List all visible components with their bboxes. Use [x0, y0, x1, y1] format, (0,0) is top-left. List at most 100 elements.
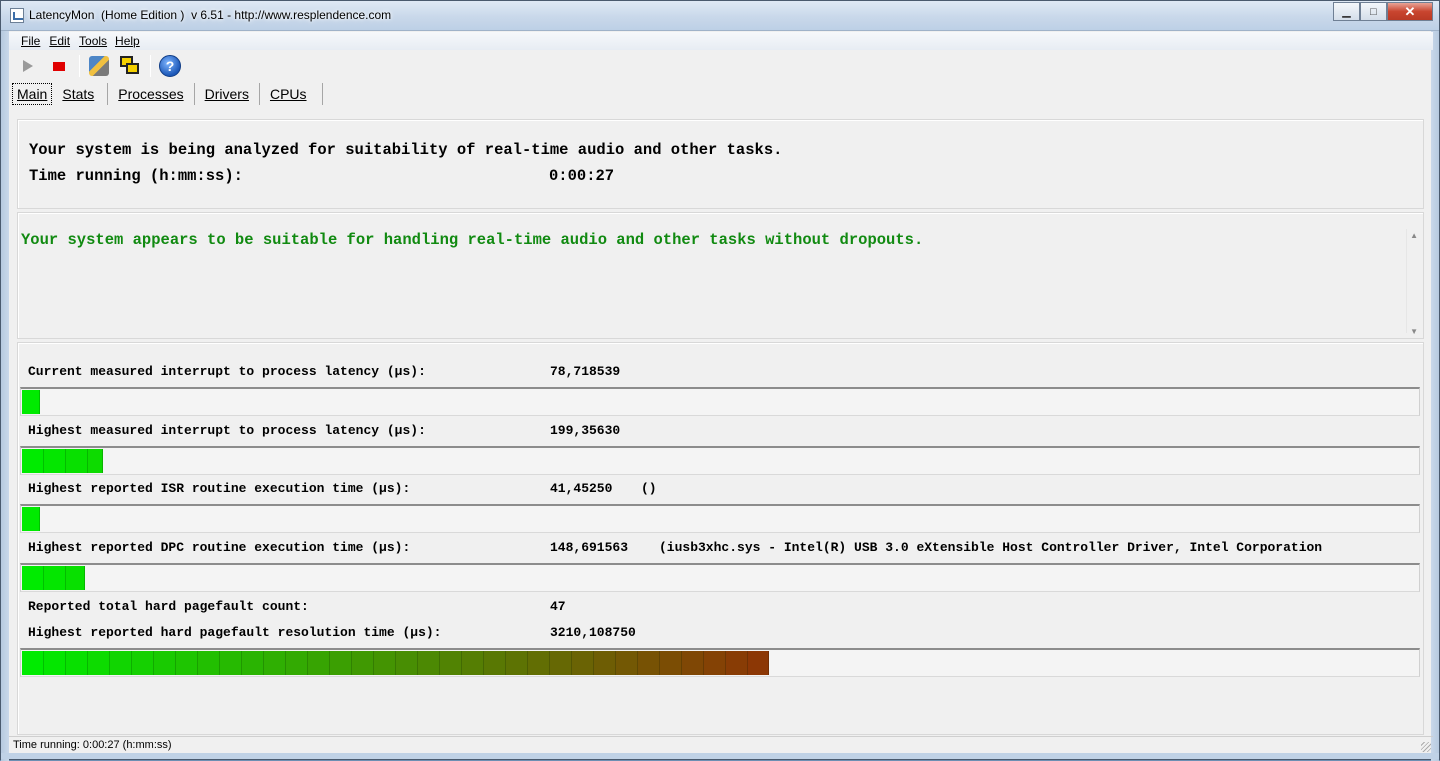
- window-title: LatencyMon (Home Edition ) v 6.51 - http…: [29, 8, 392, 22]
- pagefault-time-label: Highest reported hard pagefault resoluti…: [28, 625, 442, 640]
- menu-bar: File Edit Tools Help: [9, 32, 1433, 50]
- menu-file[interactable]: File: [21, 34, 40, 48]
- bar-fill: [22, 651, 769, 675]
- isr-bar: [20, 504, 1420, 533]
- window-frame-right: [1431, 31, 1439, 761]
- bar-segment: [66, 449, 88, 473]
- toolbar-separator: [79, 55, 80, 77]
- maximize-button[interactable]: □: [1360, 2, 1387, 21]
- current-latency-bar: [20, 387, 1420, 416]
- bar-segment: [154, 651, 176, 675]
- pagefault-count-value: 47: [550, 599, 566, 614]
- bar-segment: [22, 390, 40, 414]
- window-frame-left: [1, 31, 9, 761]
- bar-segment: [594, 651, 616, 675]
- bar-segment: [506, 651, 528, 675]
- status-text: Time running: 0:00:27 (h:mm:ss): [13, 739, 172, 751]
- menu-help[interactable]: Help: [115, 34, 140, 48]
- stop-button[interactable]: [47, 54, 71, 78]
- bar-segment: [44, 566, 66, 590]
- start-button[interactable]: [16, 54, 40, 78]
- bar-segment: [396, 651, 418, 675]
- bar-segment: [286, 651, 308, 675]
- bar-segment: [308, 651, 330, 675]
- bar-segment: [374, 651, 396, 675]
- title-bar[interactable]: LatencyMon (Home Edition ) v 6.51 - http…: [1, 1, 1439, 31]
- tab-main[interactable]: Main: [12, 83, 53, 105]
- bar-segment: [330, 651, 352, 675]
- dpc-value: 148,691563: [550, 540, 629, 555]
- close-button[interactable]: ✕: [1387, 2, 1433, 21]
- bar-segment: [22, 651, 44, 675]
- bar-segment: [704, 651, 726, 675]
- help-button[interactable]: ?: [158, 54, 182, 78]
- bar-segment: [22, 507, 40, 531]
- bar-segment: [66, 651, 88, 675]
- time-running-value: 0:00:27: [549, 167, 615, 185]
- isr-value: 41,45250: [550, 481, 613, 496]
- bar-segment: [242, 651, 264, 675]
- bar-segment: [132, 651, 154, 675]
- tab-stats[interactable]: Stats: [57, 83, 109, 105]
- bar-segment: [352, 651, 374, 675]
- bar-segment: [440, 651, 462, 675]
- pagefault-time-bar: [20, 648, 1420, 677]
- menu-edit[interactable]: Edit: [49, 34, 70, 48]
- bar-segment: [88, 651, 110, 675]
- app-icon: [10, 8, 24, 23]
- scroll-up-icon[interactable]: ▲: [1410, 231, 1418, 240]
- bar-segment: [572, 651, 594, 675]
- bar-segment: [748, 651, 769, 675]
- play-icon: [23, 60, 33, 72]
- pagefault-count-label: Reported total hard pagefault count:: [28, 599, 309, 614]
- bar-fill: [22, 449, 103, 473]
- scroll-down-icon[interactable]: ▼: [1410, 327, 1418, 336]
- windows-icon: [120, 56, 140, 76]
- tab-drivers[interactable]: Drivers: [195, 83, 260, 105]
- tools-icon: [89, 56, 109, 76]
- bar-segment: [176, 651, 198, 675]
- isr-label: Highest reported ISR routine execution t…: [28, 481, 411, 496]
- pagefault-time-value: 3210,108750: [550, 625, 636, 640]
- dpc-driver: (iusb3xhc.sys - Intel(R) USB 3.0 eXtensi…: [659, 540, 1323, 555]
- verdict-scrollbar[interactable]: [1406, 229, 1422, 333]
- analysis-message: Your system is being analyzed for suitab…: [29, 141, 783, 159]
- bar-segment: [528, 651, 550, 675]
- isr-driver: (): [641, 481, 657, 496]
- bar-segment: [88, 449, 103, 473]
- bar-segment: [22, 566, 44, 590]
- latencymon-window: LatencyMon (Home Edition ) v 6.51 - http…: [0, 0, 1440, 761]
- bar-segment: [220, 651, 242, 675]
- bar-segment: [66, 566, 85, 590]
- bar-segment: [110, 651, 132, 675]
- resize-grip-icon[interactable]: [1421, 742, 1431, 752]
- bar-segment: [616, 651, 638, 675]
- bar-segment: [660, 651, 682, 675]
- current-latency-label: Current measured interrupt to process la…: [28, 364, 426, 379]
- minimize-button[interactable]: ▁: [1333, 2, 1360, 21]
- time-running-label: Time running (h:mm:ss):: [29, 167, 243, 185]
- bar-segment: [22, 449, 44, 473]
- toolbar-separator: [150, 55, 151, 77]
- highest-latency-value: 199,35630: [550, 423, 621, 438]
- tools-button[interactable]: [87, 54, 111, 78]
- bar-fill: [22, 507, 40, 531]
- bar-segment: [638, 651, 660, 675]
- toolbar: ?: [9, 51, 1433, 81]
- bar-fill: [22, 390, 40, 414]
- tab-processes[interactable]: Processes: [108, 83, 195, 105]
- menu-tools[interactable]: Tools: [79, 34, 107, 48]
- windows-button[interactable]: [118, 54, 142, 78]
- bar-segment: [726, 651, 748, 675]
- bar-segment: [682, 651, 704, 675]
- bar-segment: [44, 651, 66, 675]
- bar-segment: [462, 651, 484, 675]
- dpc-label: Highest reported DPC routine execution t…: [28, 540, 411, 555]
- verdict-message: Your system appears to be suitable for h…: [21, 231, 924, 249]
- tab-cpus[interactable]: CPUs: [260, 83, 323, 105]
- bar-fill: [22, 566, 85, 590]
- highest-latency-label: Highest measured interrupt to process la…: [28, 423, 426, 438]
- highest-latency-bar: [20, 446, 1420, 475]
- window-controls: ▁ □ ✕: [1333, 2, 1433, 21]
- help-icon: ?: [159, 55, 181, 77]
